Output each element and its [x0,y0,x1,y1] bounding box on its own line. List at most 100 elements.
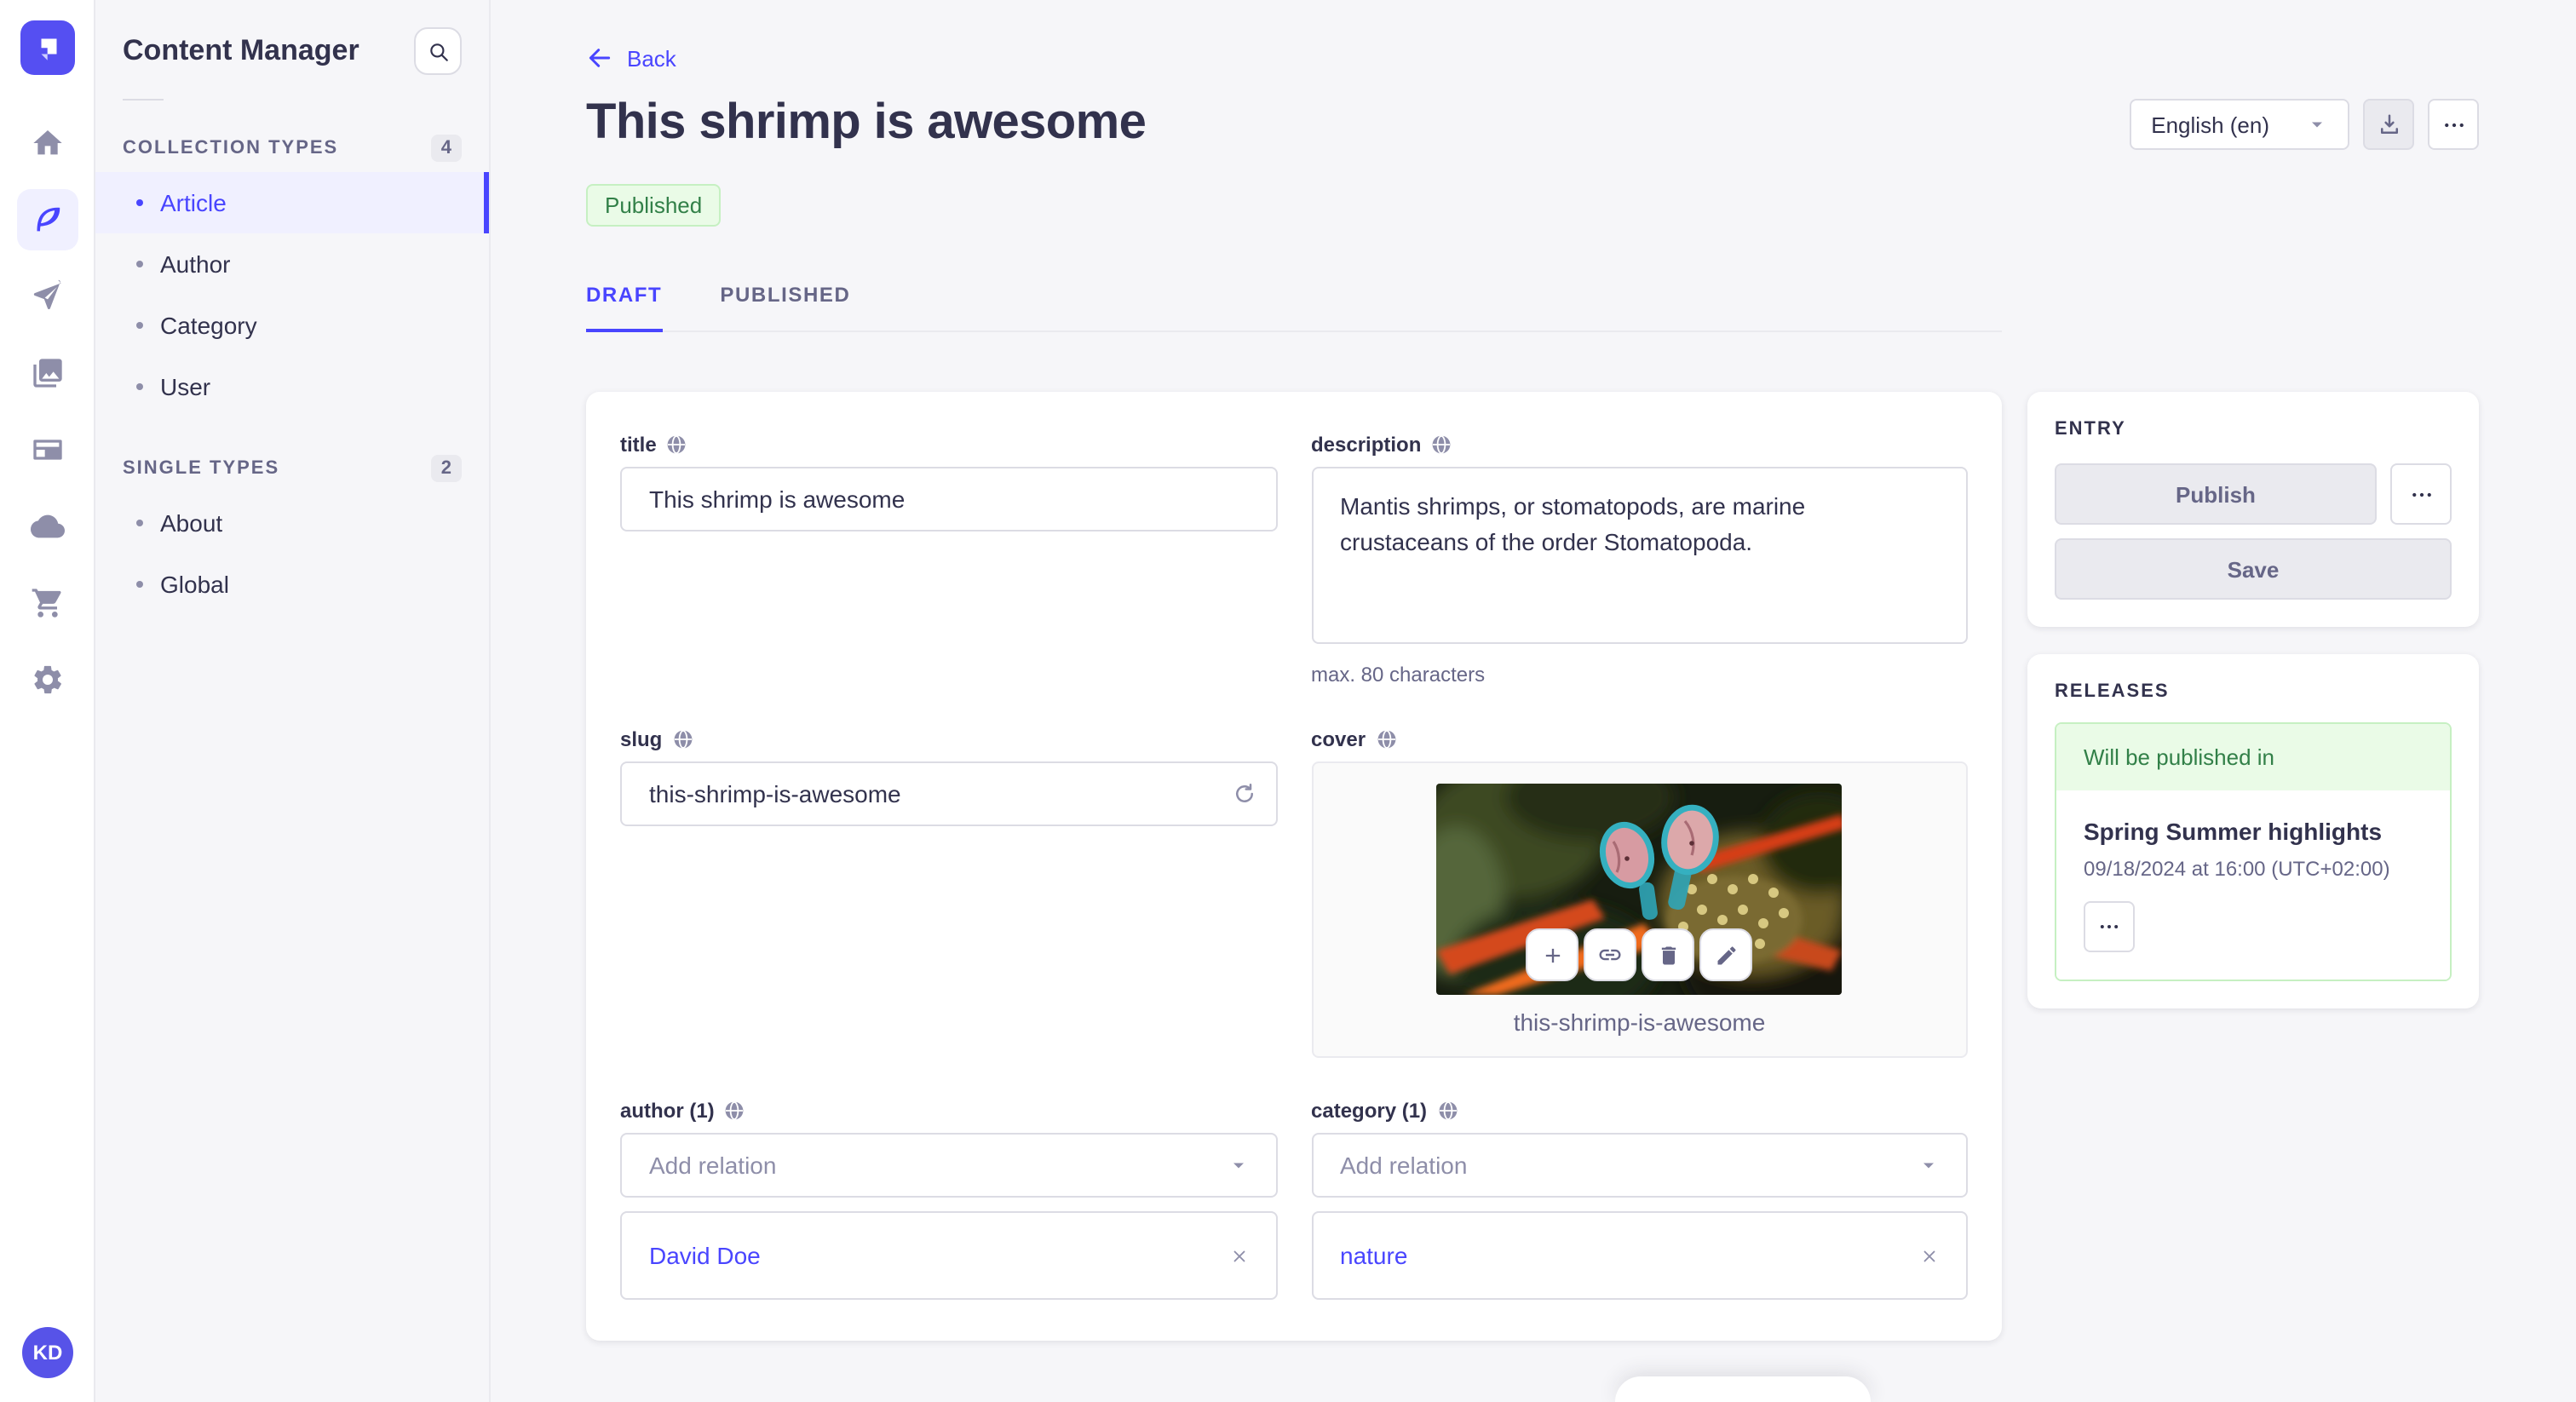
edit-asset-button[interactable] [1699,928,1753,981]
sidebar-item-label: Author [160,250,231,278]
search-button[interactable] [414,27,462,75]
localized-globe-icon [1377,730,1395,749]
author-field-label: author (1) [620,1099,715,1123]
entry-form-card: title description [586,392,2002,1341]
content-manager-sidebar: Content Manager COLLECTION TYPES 4 Artic… [95,0,491,1402]
more-dots-icon [2412,491,2430,497]
home-icon[interactable] [16,112,78,174]
cover-asset-card: this-shrimp-is-awesome [1311,761,1968,1058]
download-icon [2380,113,2397,133]
media-library-icon[interactable] [16,342,78,404]
user-avatar[interactable]: KD [22,1327,73,1378]
export-download-button[interactable] [2363,99,2414,150]
link-icon [1600,949,1621,961]
sidebar-item-article[interactable]: Article [95,172,489,233]
strapi-logo[interactable] [20,20,74,75]
marketplace-cart-icon[interactable] [16,572,78,634]
draft-published-tabs: DRAFT PUBLISHED [586,283,2002,332]
remove-category-relation-button[interactable] [1920,1246,1939,1265]
field-slug: slug [620,727,1277,1058]
settings-gear-icon[interactable] [16,649,78,710]
floating-widget[interactable] [1615,1376,1871,1402]
chevron-down-icon [2312,122,2322,128]
cover-field-label: cover [1311,727,1366,751]
sidebar-item-about[interactable]: About [95,492,489,554]
entry-more-button[interactable] [2390,463,2452,525]
deploy-cloud-icon[interactable] [16,496,78,557]
category-relation-link[interactable]: nature [1340,1242,1407,1269]
tab-published[interactable]: PUBLISHED [720,283,850,330]
sidebar-item-user[interactable]: User [95,356,489,417]
bullet-icon [136,520,143,526]
release-card: Will be published in Spring Summer highl… [2055,722,2452,981]
localized-globe-icon [726,1101,745,1120]
close-icon [1233,1250,1245,1261]
cover-action-bar [1526,928,1753,981]
author-relation-placeholder: Add relation [649,1152,777,1179]
description-hint: max. 80 characters [1311,663,1486,687]
sidebar-title: Content Manager [123,34,359,66]
back-link[interactable]: Back [586,44,676,72]
release-more-button[interactable] [2084,901,2135,952]
chevron-down-icon [1923,1163,1934,1169]
strapi-logo-icon [40,38,56,60]
slug-input[interactable] [620,761,1277,826]
category-field-label: category (1) [1311,1099,1428,1123]
cover-filename: this-shrimp-is-awesome [1513,1008,1766,1036]
release-name: Spring Summer highlights [2084,818,2383,845]
field-author: author (1) Add relation David Doe [620,1099,1277,1300]
header-more-button[interactable] [2428,99,2479,150]
entry-sidebar: ENTRY Publish Save RELEASES Will be publ… [2027,392,2479,1008]
save-button[interactable]: Save [2055,538,2452,600]
divider [123,99,164,101]
sidebar-item-label: Global [160,571,229,598]
slug-field-label: slug [620,727,663,751]
locale-select-value: English (en) [2151,112,2269,137]
content-type-builder-icon[interactable] [16,419,78,480]
sidebar-item-label: Category [160,312,257,339]
field-cover: cover this-shrimp-is-awesome [1311,727,1968,1058]
release-date: 09/18/2024 at 16:00 (UTC+02:00) [2084,857,2390,881]
releases-icon[interactable] [16,266,78,327]
search-icon [429,43,447,60]
localized-globe-icon [668,435,687,454]
localized-globe-icon [673,730,692,749]
more-dots-icon [2100,925,2119,928]
releases-panel-title: RELEASES [2055,681,2170,702]
title-input[interactable] [620,467,1277,531]
category-relation-item: nature [1311,1211,1968,1300]
sidebar-item-global[interactable]: Global [95,554,489,615]
field-category: category (1) Add relation nature [1311,1099,1968,1300]
pencil-icon [1717,945,1736,964]
entry-panel: ENTRY Publish Save [2027,392,2479,627]
category-relation-select[interactable]: Add relation [1311,1133,1968,1198]
regenerate-slug-button[interactable] [1231,781,1256,807]
bullet-icon [136,581,143,588]
sidebar-item-category[interactable]: Category [95,295,489,356]
author-relation-link[interactable]: David Doe [649,1242,761,1269]
sidebar-item-label: User [160,373,211,400]
release-status: Will be published in [2056,724,2450,790]
locale-select[interactable]: English (en) [2129,99,2349,150]
bullet-icon [136,322,143,329]
tab-draft[interactable]: DRAFT [586,283,663,332]
delete-asset-button[interactable] [1642,928,1695,981]
more-dots-icon [2444,122,2463,127]
content-manager-icon[interactable] [16,189,78,250]
bullet-icon [136,383,143,390]
collection-types-count: 4 [430,135,462,162]
author-relation-select[interactable]: Add relation [620,1133,1277,1198]
description-textarea[interactable]: Mantis shrimps, or stomatopods, are mari… [1311,467,1968,644]
add-asset-button[interactable] [1526,928,1579,981]
bullet-icon [136,199,143,206]
title-field-label: title [620,433,657,457]
entry-panel-title: ENTRY [2055,419,2126,440]
back-label: Back [627,45,676,71]
sidebar-item-author[interactable]: Author [95,233,489,295]
copy-link-button[interactable] [1584,928,1637,981]
localized-globe-icon [1432,435,1451,454]
localized-globe-icon [1438,1101,1457,1120]
description-field-label: description [1311,433,1422,457]
remove-author-relation-button[interactable] [1229,1246,1248,1265]
publish-button[interactable]: Publish [2055,463,2377,525]
